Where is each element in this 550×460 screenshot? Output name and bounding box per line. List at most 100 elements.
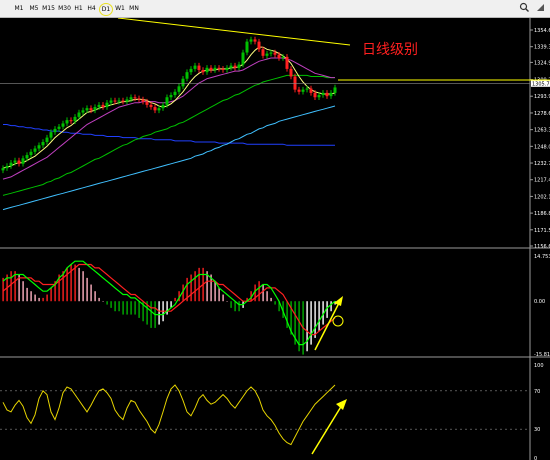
candle-body	[41, 141, 45, 146]
candle-body	[249, 39, 253, 42]
timeframe-toolbar: M1 M5 M15 M30 H1 H4 D1 W1 MN	[0, 0, 550, 18]
candle-body	[261, 49, 265, 56]
candle-body	[53, 128, 57, 133]
candle-body	[21, 158, 25, 164]
candle-body	[9, 162, 13, 166]
ma-very-long-line	[2, 105, 336, 211]
candle-body	[193, 65, 197, 69]
candle-body	[1, 168, 5, 171]
timeframe-button-h1[interactable]: H1	[73, 3, 84, 14]
current-price-label: 1305.77	[532, 81, 550, 87]
macd-histogram-bar	[198, 267, 200, 302]
candle-body	[265, 53, 269, 56]
macd-histogram-bar	[34, 294, 36, 302]
macd-histogram-bar	[42, 297, 44, 302]
macd-histogram-bar	[218, 287, 220, 302]
candle-body	[333, 87, 337, 93]
candle-body	[181, 78, 185, 87]
candle-body	[221, 68, 225, 70]
candle-body	[185, 72, 189, 79]
candle-body	[197, 65, 201, 70]
search-icon[interactable]	[519, 2, 530, 13]
timeframe-button-mn[interactable]: MN	[127, 3, 141, 14]
candle-body	[285, 56, 289, 69]
macd-main-line	[2, 260, 336, 346]
macd-histogram-bar	[226, 301, 228, 302]
macd-histogram-bar	[14, 271, 16, 302]
macd-histogram-bar	[258, 281, 260, 302]
window-corner-icon[interactable]	[535, 2, 546, 13]
macd-histogram-bar	[82, 271, 84, 302]
macd-histogram-bar	[30, 291, 32, 302]
macd-histogram-bar	[122, 301, 124, 315]
price-axis-label: 1248.00	[534, 144, 550, 150]
price-axis-label: 1324.95	[534, 60, 550, 66]
candle-body	[29, 151, 33, 156]
macd-histogram-bar	[78, 267, 80, 302]
annotation-trend-line	[117, 18, 351, 46]
macd-histogram-bar	[50, 287, 52, 302]
timeframe-button-m30[interactable]: M30	[57, 3, 72, 14]
macd-histogram-bar	[270, 297, 272, 302]
candle-body	[33, 148, 37, 152]
candle-body	[329, 92, 333, 97]
timeframe-button-d1[interactable]: D1	[99, 3, 113, 16]
candle-body	[165, 97, 169, 105]
macd-histogram-bar	[306, 301, 308, 352]
macd-histogram-bar	[330, 301, 332, 312]
macd-histogram-bar	[274, 301, 276, 305]
annotation-circle	[332, 315, 344, 327]
candle-body	[325, 92, 329, 97]
candle-body	[89, 108, 93, 111]
candle-body	[85, 108, 89, 111]
rsi-axis-label: 70	[534, 389, 540, 395]
price-axis-label: 1354.65	[534, 28, 550, 34]
candle-body	[77, 112, 81, 117]
price-axis-label: 1171.50	[534, 228, 550, 234]
timeframe-button-m5[interactable]: M5	[28, 3, 40, 14]
candle-body	[253, 39, 257, 42]
timeframe-button-m1[interactable]: M1	[13, 3, 25, 14]
candle-body	[273, 52, 277, 55]
rsi-axis-label: 0	[534, 456, 537, 460]
macd-histogram-bar	[318, 301, 320, 332]
ma-long-line	[2, 74, 335, 196]
chart-area[interactable]: 1354.651339.351324.951309.201293.951278.…	[0, 18, 550, 460]
macd-histogram-bar	[66, 267, 68, 302]
macd-histogram-bar	[114, 301, 116, 312]
candle-body	[225, 67, 229, 70]
candle-body	[73, 116, 77, 122]
macd-histogram-bar	[10, 271, 12, 302]
timeframe-button-h4[interactable]: H4	[86, 3, 97, 14]
candle-body	[101, 104, 105, 108]
candle-body	[313, 92, 317, 98]
candle-body	[173, 91, 177, 96]
macd-histogram-bar	[150, 301, 152, 328]
macd-histogram-bar	[238, 301, 240, 312]
candle-body	[217, 67, 221, 69]
macd-histogram-bar	[130, 301, 132, 315]
candle-body	[49, 132, 53, 138]
candle-body	[109, 100, 113, 103]
timeframe-button-m15[interactable]: M15	[41, 3, 56, 14]
macd-histogram-bar	[106, 301, 108, 305]
macd-histogram-bar	[98, 297, 100, 302]
annotation-rsi-arrowhead	[336, 399, 347, 410]
candle-body	[309, 88, 313, 93]
candle-body	[125, 99, 129, 102]
candle-body	[201, 69, 205, 73]
macd-histogram-bar	[126, 301, 128, 315]
candle-body	[129, 97, 133, 100]
candle-body	[69, 120, 73, 122]
candle-body	[57, 126, 61, 129]
macd-histogram-bar	[314, 301, 316, 338]
candle-body	[305, 88, 309, 90]
macd-signal-line	[2, 263, 336, 336]
candle-body	[65, 120, 69, 124]
candle-body	[245, 41, 249, 53]
price-axis-label: 1232.70	[534, 161, 550, 167]
candle-body	[153, 107, 157, 111]
timeframe-button-w1[interactable]: W1	[114, 3, 126, 14]
macd-histogram-bar	[38, 297, 40, 302]
candle-body	[113, 100, 117, 102]
